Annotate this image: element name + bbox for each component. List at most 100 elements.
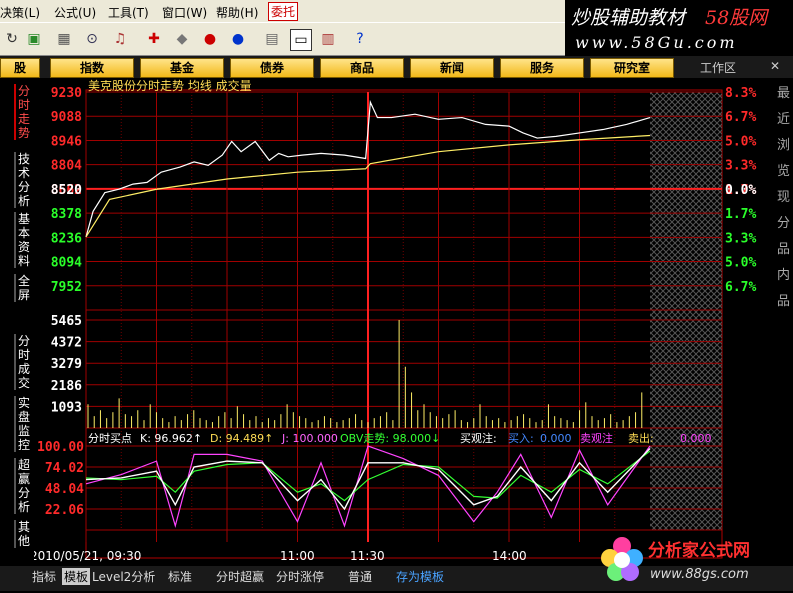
indicator-legend: 分时买点 K: 96.962↑ D: 94.489↑ J: 100.000 OB…: [88, 431, 712, 445]
indicator-label: 48.04: [45, 482, 84, 497]
tab-monitor[interactable]: 实盘监控: [14, 396, 32, 452]
right-char[interactable]: 近: [777, 108, 790, 127]
banner-art: 炒股辅助教材 58股网 www.58Gu.com: [571, 7, 770, 52]
chart-blue-icon[interactable]: ●: [228, 29, 248, 49]
indicator-k: K: 96.962↑: [140, 432, 202, 445]
refresh-icon[interactable]: ↻: [2, 29, 22, 49]
price-label: 9230: [51, 86, 82, 101]
nav-service[interactable]: 服务: [500, 58, 584, 78]
right-char[interactable]: 览: [777, 160, 790, 179]
volume-label: 2186: [51, 379, 82, 394]
volume-label: 1093: [51, 400, 82, 415]
indicator-label: 100.00: [37, 440, 84, 455]
indicator-buy-val: 0.000: [540, 432, 572, 445]
indicator-buy-watch: 买观注:: [460, 431, 497, 445]
indicator-d: D: 94.489↑: [210, 432, 273, 445]
pct-label: 3.3%: [725, 159, 756, 174]
right-panel: 最 近 浏 览 现 分 品 内 品: [775, 78, 793, 568]
btab-super[interactable]: 分时超赢: [216, 568, 264, 585]
tab-ticks[interactable]: 分时成交: [14, 334, 32, 390]
nav-fund[interactable]: 基金: [140, 58, 224, 78]
nav-bond[interactable]: 债券: [230, 58, 314, 78]
volume-label: 3279: [51, 357, 82, 372]
grid-icon[interactable]: ▦: [54, 29, 74, 49]
indicator-sell-watch: 卖观注: [580, 431, 613, 445]
menu-window[interactable]: 窗口(W): [162, 4, 207, 21]
btab-indicator[interactable]: 指标: [32, 568, 56, 585]
time-label-1400: 14:00: [492, 549, 527, 563]
btab-template[interactable]: 模板: [62, 568, 91, 585]
toolbar: ↻ ▣ ▦ ⊙ ♫ ✚ ◆ ● ● ▤ ▭ ▥ ?: [0, 22, 565, 56]
btab-save-template[interactable]: 存为模板: [396, 568, 444, 585]
menu-trade[interactable]: 委托: [268, 2, 299, 21]
flag-icon[interactable]: ▣: [24, 29, 44, 49]
axis-labels: 9230908889468804866285208378823680947952…: [37, 86, 756, 518]
right-char[interactable]: 现: [777, 186, 790, 205]
indicator-title: 分时买点: [88, 432, 132, 445]
pct-label: 6.7%: [725, 110, 756, 125]
right-char[interactable]: 品: [777, 290, 790, 309]
price-label-mid: 8520: [51, 183, 82, 198]
tab-other[interactable]: 其他: [14, 520, 32, 548]
brand-banner: 炒股辅助教材 58股网 www.58Gu.com: [565, 0, 793, 56]
diamond-icon[interactable]: ◆: [172, 29, 192, 49]
help-cursor-icon[interactable]: ?: [350, 29, 370, 49]
indicator-sell-val: 0.000: [680, 432, 712, 445]
pct-label: 5.0%: [725, 256, 756, 271]
bookmark-icon[interactable]: ✚: [144, 29, 164, 49]
price-label: 8236: [51, 231, 82, 246]
chart-grid: [85, 89, 723, 559]
books-icon[interactable]: ▥: [318, 29, 338, 49]
price-label: 8378: [51, 207, 82, 222]
time-label-start: 2010/05/21, 09:30: [30, 549, 141, 563]
menu-formula[interactable]: 公式(U): [54, 4, 96, 21]
workspace-label[interactable]: 工作区: [700, 59, 736, 76]
right-char[interactable]: 内: [777, 264, 790, 283]
banner-brand: 58股网: [705, 7, 770, 29]
indicator-obv: OBV走势: 98.000↓: [340, 432, 440, 445]
menubar: 决策(L) 公式(U) 工具(T) 窗口(W) 帮助(H) 委托: [0, 0, 565, 22]
right-char[interactable]: 浏: [777, 134, 790, 153]
time-axis: 2010/05/21, 09:30 11:00 11:30 14:00: [30, 549, 527, 563]
future-area: [650, 92, 722, 530]
btab-limitup[interactable]: 分时涨停: [276, 568, 324, 585]
menu-help[interactable]: 帮助(H): [216, 4, 258, 21]
nav-commodity[interactable]: 商品: [320, 58, 404, 78]
close-icon[interactable]: ✕: [770, 59, 780, 73]
pct-label-mid: 0.0%: [725, 183, 756, 198]
binoculars-icon[interactable]: ⊙: [82, 29, 102, 49]
tab-technical[interactable]: 技术分析: [14, 152, 32, 208]
right-char[interactable]: 最: [777, 82, 790, 101]
right-char[interactable]: 分: [777, 212, 790, 231]
tab-fullscreen[interactable]: 全屏: [14, 274, 32, 302]
alarm-icon[interactable]: ♫: [110, 29, 130, 49]
footer-logo: 分析家公式网 www.88gs.com: [601, 537, 750, 582]
tab-fundamentals[interactable]: 基本资料: [14, 212, 32, 268]
pct-label: 8.3%: [725, 86, 756, 101]
nav-news[interactable]: 新闻: [410, 58, 494, 78]
indicator-buy: 买入:: [508, 432, 534, 445]
menu-tools[interactable]: 工具(T): [108, 4, 149, 21]
menu-decision[interactable]: 决策(L): [0, 4, 40, 21]
tab-analysis[interactable]: 超赢分析: [14, 458, 32, 514]
print-icon[interactable]: ▤: [262, 29, 282, 49]
pct-label: 5.0%: [725, 134, 756, 149]
tab-intraday[interactable]: 分时走势: [14, 84, 32, 140]
chart-title: 美克股份分时走势 均线 成交量: [88, 78, 252, 93]
nav-stock[interactable]: 股: [0, 58, 40, 78]
price-label: 8804: [51, 159, 82, 174]
time-label-1100: 11:00: [280, 549, 315, 563]
window-icon[interactable]: ▭: [290, 29, 312, 51]
right-char[interactable]: 品: [777, 238, 790, 257]
btab-normal[interactable]: 普通: [348, 568, 372, 585]
chart-red-icon[interactable]: ●: [200, 29, 220, 49]
btab-standard[interactable]: 标准: [168, 568, 192, 585]
btab-level2[interactable]: Level2分析: [92, 568, 155, 585]
left-tabs: 分时走势 技术分析 基本资料 全屏 分时成交 实盘监控 超赢分析 其他: [0, 78, 34, 568]
nav-research[interactable]: 研究室: [590, 58, 674, 78]
banner-title: 炒股辅助教材: [571, 7, 688, 29]
nav-index[interactable]: 指数: [50, 58, 134, 78]
volume-label: 5465: [51, 314, 82, 329]
banner-url: www.58Gu.com: [575, 33, 738, 52]
volume-label: 4372: [51, 336, 82, 351]
